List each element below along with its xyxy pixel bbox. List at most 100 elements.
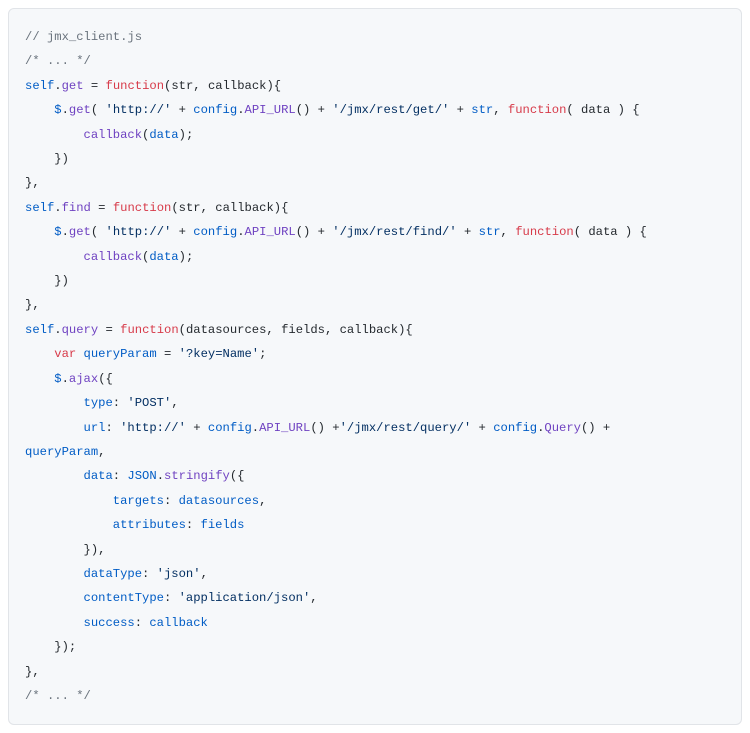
- code-token: success: [84, 616, 135, 630]
- code-token: ({: [98, 372, 113, 386]
- code-token: API_URL: [245, 103, 296, 117]
- code-token: stringify: [164, 469, 230, 483]
- code-token: .: [54, 79, 61, 93]
- code-token: str: [171, 79, 193, 93]
- code-token: [25, 225, 54, 239]
- code-token: datasources: [179, 494, 259, 508]
- code-token: function: [515, 225, 574, 239]
- code-token: ,: [171, 396, 178, 410]
- code-token: data: [581, 103, 610, 117]
- code-token: [25, 128, 84, 142]
- code-token: callback: [340, 323, 399, 337]
- code-token: config: [493, 421, 537, 435]
- code-token: callback: [84, 128, 143, 142]
- code-token: get: [69, 225, 91, 239]
- code-token: 'http://': [106, 103, 172, 117]
- code-token: [25, 103, 54, 117]
- code-token: url: [84, 421, 106, 435]
- code-token: targets: [113, 494, 164, 508]
- code-token: datasources: [186, 323, 266, 337]
- code-token: .: [62, 372, 69, 386]
- code-token: .: [54, 323, 61, 337]
- code-token: [25, 591, 84, 605]
- code-token: (: [91, 225, 106, 239]
- code-token: .: [157, 469, 164, 483]
- code-token: ,: [493, 103, 508, 117]
- code-token: queryParam: [25, 445, 98, 459]
- code-token: },: [25, 298, 40, 312]
- code-token: ) {: [618, 225, 647, 239]
- code-token: get: [62, 79, 84, 93]
- code-token: =: [157, 347, 179, 361]
- code-token: '/jmx/rest/find/': [332, 225, 456, 239]
- code-token: :: [113, 469, 128, 483]
- code-token: }): [54, 274, 69, 288]
- code-token: ,: [201, 201, 216, 215]
- code-token: [25, 274, 54, 288]
- code-token: =: [84, 79, 106, 93]
- code-token: 'http://': [106, 225, 172, 239]
- code-token: [25, 640, 54, 654]
- code-token: fields: [281, 323, 325, 337]
- code-token: [25, 494, 113, 508]
- code-token: +: [449, 103, 471, 117]
- code-token: ajax: [69, 372, 98, 386]
- code-token: }): [54, 152, 69, 166]
- code-token: ({: [230, 469, 245, 483]
- code-token: :: [164, 591, 179, 605]
- code-token: .: [62, 103, 69, 117]
- code-token: data: [84, 469, 113, 483]
- code-token: ,: [98, 445, 105, 459]
- code-token: config: [193, 103, 237, 117]
- code-token: [25, 396, 84, 410]
- code-token: .: [237, 103, 244, 117]
- code-token: type: [84, 396, 113, 410]
- code-token: :: [186, 518, 201, 532]
- code-token: :: [113, 396, 128, 410]
- code-token: API_URL: [259, 421, 310, 435]
- code-token: +: [171, 225, 193, 239]
- code-token: [25, 250, 84, 264]
- code-token: function: [508, 103, 567, 117]
- code-token: ,: [325, 323, 340, 337]
- code-token: ,: [201, 567, 208, 581]
- code-token: (: [171, 201, 178, 215]
- code-token: ,: [266, 323, 281, 337]
- code-token: :: [142, 567, 157, 581]
- code-token: '/jmx/rest/get/': [332, 103, 449, 117]
- code-token: });: [54, 640, 76, 654]
- code-token: [25, 347, 54, 361]
- code-token: (: [91, 103, 106, 117]
- code-token: () +: [296, 225, 333, 239]
- code-token: attributes: [113, 518, 186, 532]
- code-token: self: [25, 79, 54, 93]
- code-token: (: [566, 103, 581, 117]
- code-block: // jmx_client.js /* ... */ self.get = fu…: [8, 8, 742, 725]
- code-token: API_URL: [245, 225, 296, 239]
- code-token: :: [105, 421, 120, 435]
- code-token: str: [479, 225, 501, 239]
- code-token: +: [186, 421, 208, 435]
- code-token: $: [54, 103, 61, 117]
- code-token: data: [149, 128, 178, 142]
- comment-ellipsis: /* ... */: [25, 54, 91, 68]
- code-token: +: [471, 421, 493, 435]
- code-token: callback: [215, 201, 274, 215]
- code-token: =: [91, 201, 113, 215]
- code-token: +: [171, 103, 193, 117]
- code-token: str: [179, 201, 201, 215]
- code-token: [25, 543, 84, 557]
- code-token: ){: [398, 323, 413, 337]
- code-token: [25, 152, 54, 166]
- code-token: ;: [259, 347, 266, 361]
- code-token: [25, 469, 84, 483]
- code-token: [76, 347, 83, 361]
- code-token: [25, 567, 84, 581]
- code-token: [25, 518, 113, 532]
- code-token: ,: [501, 225, 516, 239]
- code-token: callback: [208, 79, 267, 93]
- code-token: =: [98, 323, 120, 337]
- code-token: data: [149, 250, 178, 264]
- code-token: $: [54, 225, 61, 239]
- code-token: function: [120, 323, 179, 337]
